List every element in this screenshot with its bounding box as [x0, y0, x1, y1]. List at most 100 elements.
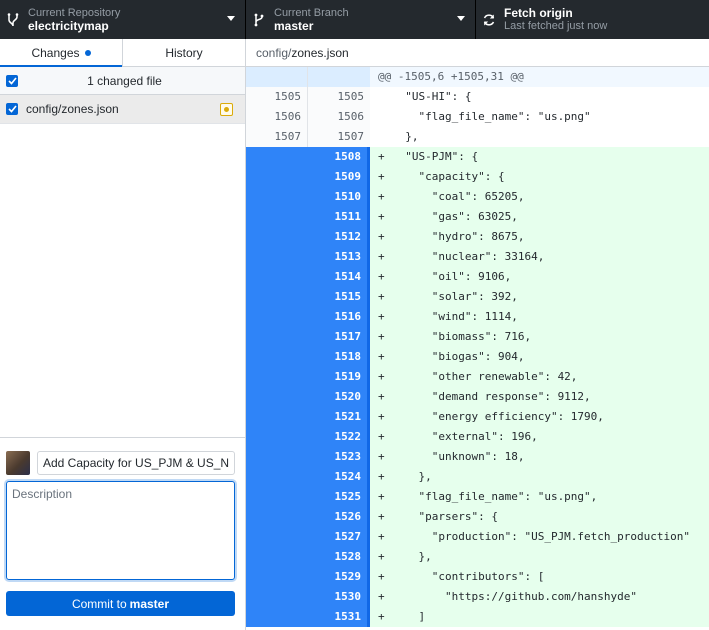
- diff-line-text: "external": 196,: [392, 430, 538, 443]
- added-marker: +: [378, 190, 385, 203]
- diff-line-added[interactable]: 1525 + "flag_file_name": "us.png",: [246, 487, 709, 507]
- commit-summary-input[interactable]: Add Capacity for US_PJM & US_N: [37, 451, 235, 475]
- new-line-number[interactable]: 1521: [246, 407, 370, 427]
- diff-line-text: "energy efficiency": 1790,: [392, 410, 604, 423]
- avatar: [6, 451, 30, 475]
- new-line-number[interactable]: 1527: [246, 527, 370, 547]
- added-marker: +: [378, 350, 385, 363]
- diff-line-text: "production": "US_PJM.fetch_production": [392, 530, 691, 543]
- added-marker: +: [378, 230, 385, 243]
- diff-line-added[interactable]: 1514 + "oil": 9106,: [246, 267, 709, 287]
- diff-line-code: + "contributors": [: [370, 567, 709, 587]
- diff-line-added[interactable]: 1510 + "coal": 65205,: [246, 187, 709, 207]
- diff-line-added[interactable]: 1518 + "biogas": 904,: [246, 347, 709, 367]
- new-line-number[interactable]: 1528: [246, 547, 370, 567]
- diff-line-added[interactable]: 1508 + "US-PJM": {: [246, 147, 709, 167]
- diff-line-text: },: [392, 470, 432, 483]
- diff-line-code: + "external": 196,: [370, 427, 709, 447]
- diff-line-added[interactable]: 1512 + "hydro": 8675,: [246, 227, 709, 247]
- diff-line-text: "biogas": 904,: [392, 350, 525, 363]
- branch-selector[interactable]: Current Branch master: [246, 0, 476, 39]
- new-line-number[interactable]: 1513: [246, 247, 370, 267]
- new-line-number[interactable]: 1524: [246, 467, 370, 487]
- diff-line-text: "flag_file_name": "us.png",: [392, 490, 598, 503]
- new-line-number[interactable]: 1526: [246, 507, 370, 527]
- diff-line-added[interactable]: 1515 + "solar": 392,: [246, 287, 709, 307]
- added-marker: +: [378, 510, 385, 523]
- added-marker: +: [378, 470, 385, 483]
- modified-icon: [220, 102, 233, 116]
- diff-line-added[interactable]: 1509 + "capacity": {: [246, 167, 709, 187]
- diff-lines: @@ -1505,6 +1505,31 @@ 1505 1505 "US-HI":…: [246, 67, 709, 627]
- changes-indicator-icon: [84, 49, 91, 56]
- diff-line-added[interactable]: 1522 + "external": 196,: [246, 427, 709, 447]
- diff-line-text: "gas": 63025,: [392, 210, 518, 223]
- chevron-down-icon: [227, 16, 235, 21]
- file-include-checkbox[interactable]: [6, 103, 18, 115]
- new-line-number[interactable]: 1507: [308, 127, 370, 147]
- diff-line-added[interactable]: 1516 + "wind": 1114,: [246, 307, 709, 327]
- diff-line-text: "other renewable": 42,: [392, 370, 578, 383]
- fetch-label: Fetch origin: [504, 5, 573, 20]
- added-marker: +: [378, 290, 385, 303]
- diff-line-context[interactable]: 1506 1506 "flag_file_name": "us.png": [246, 107, 709, 127]
- diff-line-added[interactable]: 1527 + "production": "US_PJM.fetch_produc…: [246, 527, 709, 547]
- diff-line-context[interactable]: 1507 1507 },: [246, 127, 709, 147]
- new-line-number[interactable]: 1529: [246, 567, 370, 587]
- new-line-number[interactable]: 1530: [246, 587, 370, 607]
- new-line-number[interactable]: 1522: [246, 427, 370, 447]
- diff-line-code: + "other renewable": 42,: [370, 367, 709, 387]
- added-marker: +: [378, 550, 385, 563]
- select-all-checkbox[interactable]: [6, 74, 18, 87]
- fetch-origin-button[interactable]: Fetch origin Last fetched just now: [476, 0, 709, 39]
- file-list-item[interactable]: config/zones.json: [0, 95, 245, 124]
- diff-line-added[interactable]: 1517 + "biomass": 716,: [246, 327, 709, 347]
- diff-line-text: "contributors": [: [392, 570, 545, 583]
- added-marker: +: [378, 530, 385, 543]
- commit-button[interactable]: Commit to master: [6, 591, 235, 616]
- diff-line-added[interactable]: 1523 + "unknown": 18,: [246, 447, 709, 467]
- diff-line-added[interactable]: 1528 + },: [246, 547, 709, 567]
- new-line-number[interactable]: 1515: [246, 287, 370, 307]
- new-line-number[interactable]: 1517: [246, 327, 370, 347]
- new-line-number[interactable]: 1525: [246, 487, 370, 507]
- diff-line-code: + "energy efficiency": 1790,: [370, 407, 709, 427]
- diff-line-code: },: [370, 127, 709, 147]
- diff-line-added[interactable]: 1529 + "contributors": [: [246, 567, 709, 587]
- new-line-number[interactable]: 1516: [246, 307, 370, 327]
- new-line-number[interactable]: 1511: [246, 207, 370, 227]
- branch-name: master: [274, 18, 314, 33]
- diff-line-code: + "flag_file_name": "us.png",: [370, 487, 709, 507]
- diff-line-added[interactable]: 1520 + "demand response": 9112,: [246, 387, 709, 407]
- new-line-number[interactable]: 1509: [246, 167, 370, 187]
- new-line-number[interactable]: 1523: [246, 447, 370, 467]
- new-line-number[interactable]: 1518: [246, 347, 370, 367]
- diff-line-added[interactable]: 1511 + "gas": 63025,: [246, 207, 709, 227]
- new-line-number[interactable]: 1514: [246, 267, 370, 287]
- repository-selector[interactable]: Current Repository electricitymap: [0, 0, 246, 39]
- new-line-number[interactable]: 1508: [246, 147, 370, 167]
- tab-history-label: History: [165, 45, 203, 60]
- new-line-number[interactable]: 1510: [246, 187, 370, 207]
- tab-changes[interactable]: Changes: [0, 39, 122, 67]
- diff-line-code: + },: [370, 467, 709, 487]
- diff-line-added[interactable]: 1524 + },: [246, 467, 709, 487]
- tab-history[interactable]: History: [122, 39, 245, 66]
- new-line-number[interactable]: 1505: [308, 87, 370, 107]
- diff-line-added[interactable]: 1519 + "other renewable": 42,: [246, 367, 709, 387]
- new-line-number[interactable]: 1512: [246, 227, 370, 247]
- new-line-number[interactable]: 1506: [308, 107, 370, 127]
- new-line-number[interactable]: 1520: [246, 387, 370, 407]
- diff-line-added[interactable]: 1513 + "nuclear": 33164,: [246, 247, 709, 267]
- new-line-number[interactable]: 1519: [246, 367, 370, 387]
- old-line-number: 1507: [246, 127, 308, 147]
- commit-description-input[interactable]: Description: [6, 481, 235, 580]
- added-marker: +: [378, 490, 385, 503]
- diff-line-text: },: [392, 130, 419, 143]
- diff-line-added[interactable]: 1521 + "energy efficiency": 1790,: [246, 407, 709, 427]
- diff-line-context[interactable]: 1505 1505 "US-HI": {: [246, 87, 709, 107]
- added-marker: +: [378, 590, 385, 603]
- diff-line-added[interactable]: 1530 + "https://github.com/hanshyde": [246, 587, 709, 607]
- diff-line-text: "oil": 9106,: [392, 270, 512, 283]
- diff-line-added[interactable]: 1526 + "parsers": {: [246, 507, 709, 527]
